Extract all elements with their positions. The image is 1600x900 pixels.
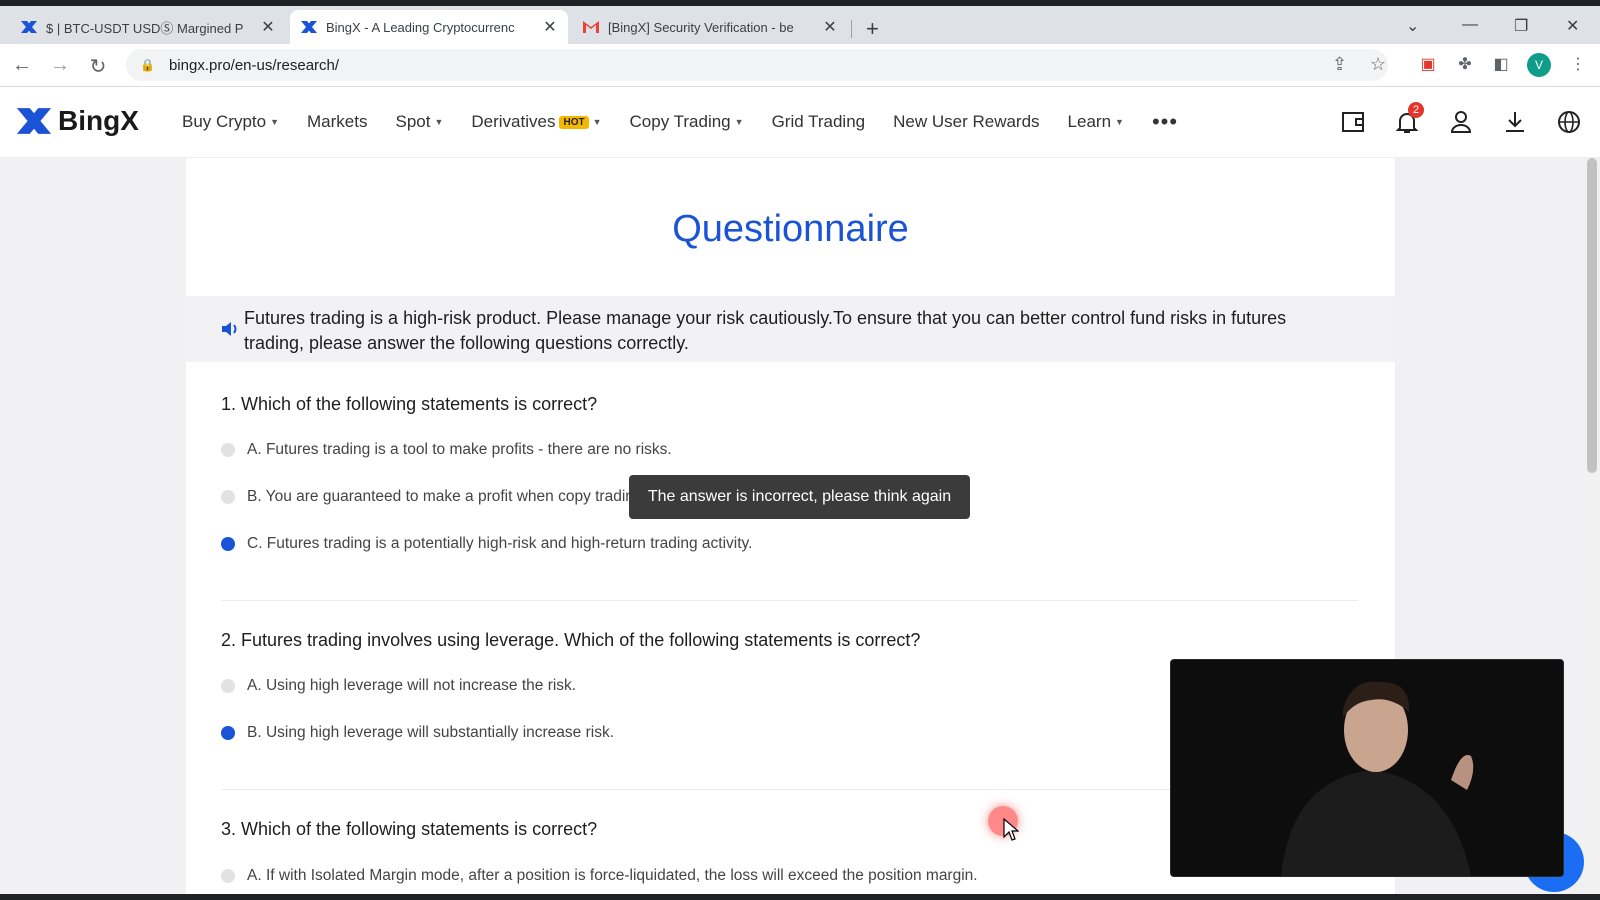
new-tab-plus-icon[interactable]: + [866,16,879,42]
nav-derivatives[interactable]: Derivatives HOT ▼ [471,112,601,132]
close-tab-icon[interactable]: ✕ [542,17,558,37]
notification-count-badge: 2 [1408,102,1424,118]
tab-title: $ | BTC-USDT USDⓈ Margined P [46,20,244,36]
tab-title: BingX - A Leading Cryptocurrenc [326,19,515,35]
risk-notice: Futures trading is a high-risk product. … [186,296,1395,362]
extensions-puzzle-icon[interactable]: ✤ [1455,54,1475,74]
close-tab-icon[interactable]: ✕ [260,17,276,37]
page-title: Questionnaire [672,208,909,250]
nav-spot[interactable]: Spot ▼ [395,112,443,132]
close-tab-icon[interactable]: ✕ [822,17,838,37]
download-icon[interactable] [1502,109,1528,135]
scrollbar-thumb[interactable] [1587,158,1597,473]
tab-separator [851,20,852,38]
caret-down-icon: ▼ [592,117,602,127]
nav-markets[interactable]: Markets [307,112,367,132]
question-1-option-b[interactable]: B. You are guaranteed to make a profit w… [221,488,647,506]
webcam-overlay [1170,659,1564,877]
reload-icon[interactable]: ↻ [86,54,110,79]
radio-button-selected[interactable] [221,726,235,740]
back-arrow-icon[interactable]: ← [10,54,34,77]
profile-avatar[interactable]: V [1527,53,1551,77]
browser-tab-1[interactable]: $ | BTC-USDT USDⓈ Margined P ✕ [10,10,286,44]
tab-search-chevron-icon[interactable]: ⌄ [1406,16,1419,36]
radio-button-selected[interactable] [221,537,235,551]
speaker-icon [222,322,237,336]
bingx-logo-icon [16,108,52,134]
radio-button[interactable] [221,443,235,457]
site-header: BingX Buy Crypto ▼ Markets Spot ▼ Derivati… [0,87,1600,158]
extension-icon[interactable]: ▣ [1418,54,1438,74]
minimize-icon[interactable]: — [1462,16,1478,34]
radio-button[interactable] [221,490,235,504]
gmail-icon [582,18,600,36]
tab-title: [BingX] Security Verification - be [608,19,794,35]
caret-down-icon: ▼ [434,117,444,127]
brand-name: BingX [58,105,139,136]
share-icon[interactable]: ⇪ [1332,54,1347,75]
side-panel-icon[interactable]: ◧ [1491,54,1511,74]
nav-buy-crypto[interactable]: Buy Crypto ▼ [182,112,279,132]
question-3: 3. Which of the following statements is … [221,819,598,839]
presenter-video-image [1171,660,1563,876]
question-2-option-b[interactable]: B. Using high leverage will substantiall… [221,724,614,742]
nav-learn[interactable]: Learn ▼ [1068,112,1124,132]
bingx-logo[interactable]: BingX [14,105,139,137]
url-text: bingx.pro/en-us/research/ [168,56,340,74]
globe-icon[interactable] [1556,109,1582,135]
notice-text: Futures trading is a high-risk product. … [244,308,1287,353]
browser-tab-3[interactable]: [BingX] Security Verification - be ✕ [572,10,848,44]
browser-toolbar: ← → ↻ 🔒 bingx.pro/en-us/research/ ⇪ ☆ ▣ … [0,44,1600,87]
question-2: 2. Futures trading involves using levera… [221,630,921,650]
caret-down-icon: ▼ [734,117,744,127]
mouse-cursor-icon [1003,818,1019,841]
divider [221,600,1358,601]
main-nav: Buy Crypto ▼ Markets Spot ▼ Derivatives HOT… [182,87,1206,157]
bookmark-star-icon[interactable]: ☆ [1370,54,1386,75]
address-bar[interactable]: 🔒 bingx.pro/en-us/research/ [126,49,1388,81]
nav-grid-trading[interactable]: Grid Trading [772,112,866,132]
radio-button[interactable] [221,679,235,693]
close-window-icon[interactable]: ✕ [1566,16,1579,36]
browser-tab-2[interactable]: BingX - A Leading Cryptocurrenc ✕ [290,10,568,44]
question-1-option-a[interactable]: A. Futures trading is a tool to make pro… [221,441,672,459]
bingx-logo-icon [300,18,318,36]
question-1-option-c[interactable]: C. Futures trading is a potentially high… [221,535,752,553]
caret-down-icon: ▼ [270,117,280,127]
bingx-logo-icon [20,18,38,36]
wallet-icon[interactable] [1340,109,1366,135]
hot-badge: HOT [559,115,589,129]
radio-button[interactable] [221,869,235,883]
caret-down-icon: ▼ [1115,117,1124,127]
question-2-option-a[interactable]: A. Using high leverage will not increase… [221,677,576,695]
nav-copy-trading[interactable]: Copy Trading ▼ [630,112,744,132]
forward-arrow-icon[interactable]: → [48,54,72,77]
user-icon[interactable] [1448,109,1474,135]
nav-new-user-rewards[interactable]: New User Rewards [893,112,1039,132]
question-3-option-a[interactable]: A. If with Isolated Margin mode, after a… [221,867,978,885]
tab-strip: $ | BTC-USDT USDⓈ Margined P ✕ BingX - A… [0,6,1600,44]
window-bottom-edge [0,894,1600,900]
more-menu-icon[interactable]: ••• [1152,109,1178,135]
incorrect-answer-tooltip: The answer is incorrect, please think ag… [629,475,970,519]
restore-icon[interactable]: ❐ [1514,16,1528,36]
lock-icon: 🔒 [140,58,155,72]
browser-menu-icon[interactable]: ⋮ [1568,54,1588,74]
question-1: 1. Which of the following statements is … [221,394,598,414]
